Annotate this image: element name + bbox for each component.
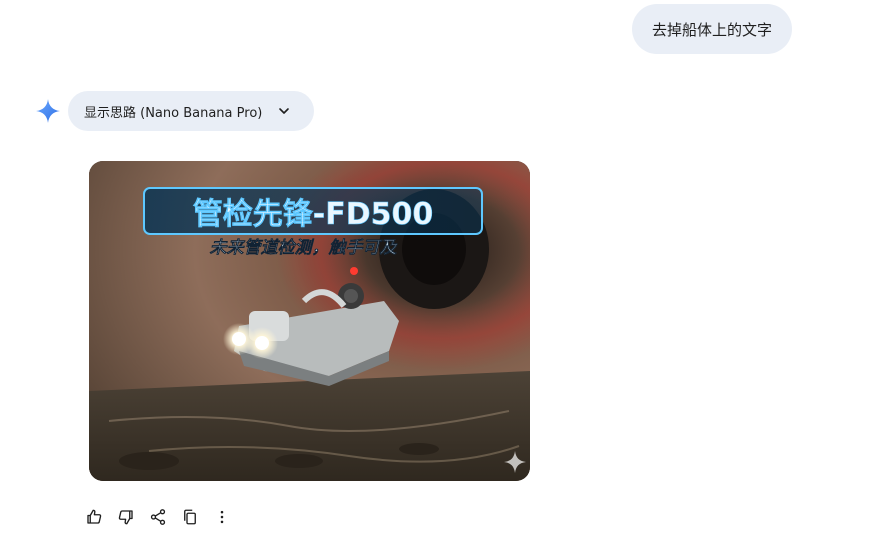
thumbs-down-icon [118, 510, 133, 525]
image-subtitle-text: 未来管道检测，触手可及 [210, 238, 399, 258]
user-message-text: 去掉船体上的文字 [651, 20, 772, 39]
more-vertical-icon [220, 510, 224, 524]
show-thinking-button[interactable]: 显示思路 (Nano Banana Pro) [68, 91, 314, 131]
share-icon [150, 509, 166, 525]
user-message-bubble: 去掉船体上的文字 [632, 4, 792, 54]
thumbs-up-button[interactable] [82, 505, 106, 529]
generated-image[interactable]: 管检先锋-FD500 未来管道检测，触手可及 [89, 161, 530, 481]
thumbs-down-button[interactable] [114, 505, 138, 529]
response-action-bar [82, 505, 242, 529]
copy-icon [184, 509, 196, 525]
image-title-text: 管检先锋-FD500 [193, 197, 433, 232]
more-options-button[interactable] [210, 505, 234, 529]
chevron-down-icon [279, 108, 290, 114]
gemini-spark-icon [35, 98, 61, 124]
copy-button[interactable] [178, 505, 202, 529]
thumbs-up-icon [87, 509, 102, 524]
share-button[interactable] [146, 505, 170, 529]
show-thinking-label: 显示思路 (Nano Banana Pro) [84, 105, 263, 121]
